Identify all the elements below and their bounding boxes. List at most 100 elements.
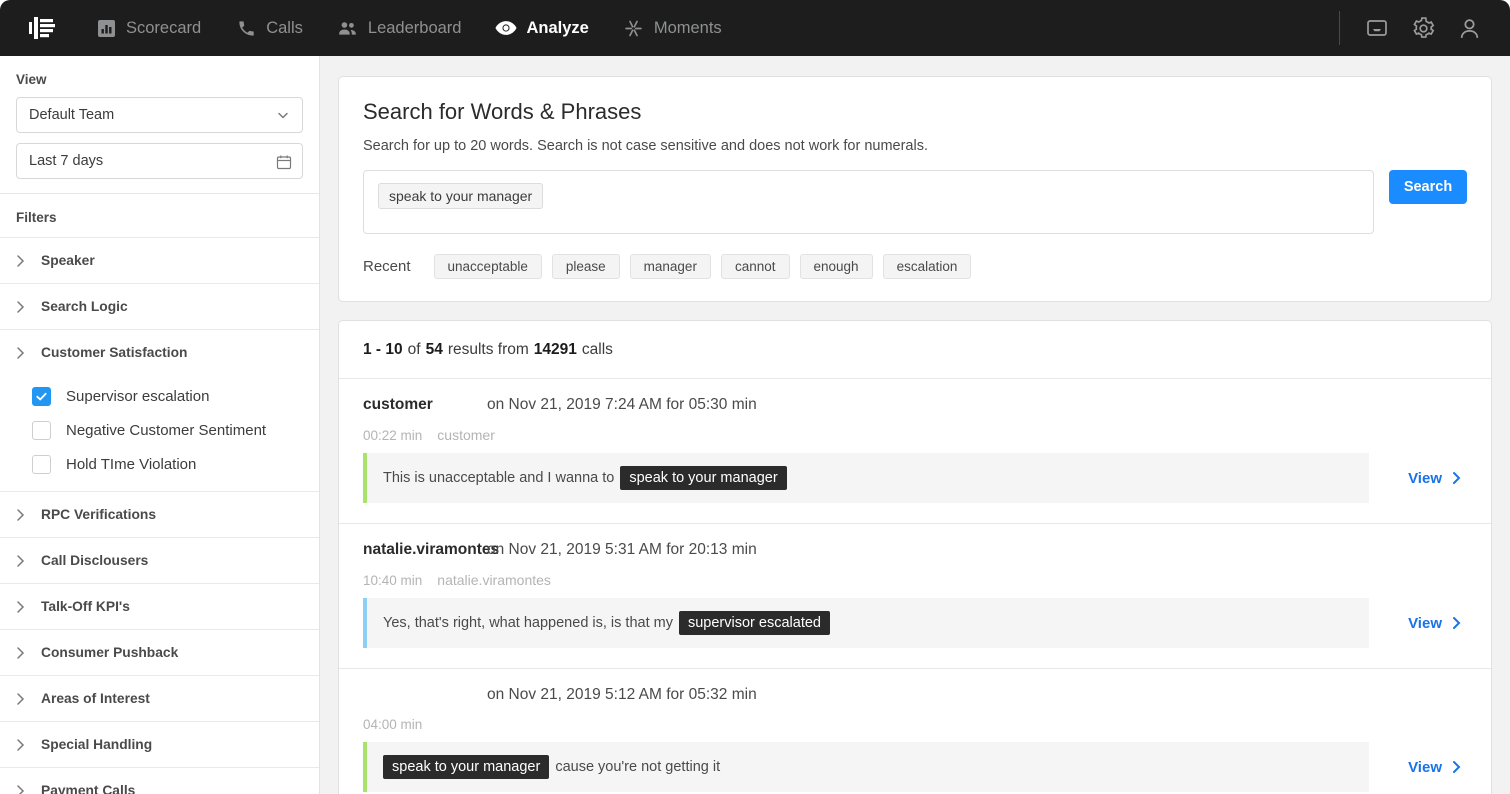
recent-chip-unacceptable[interactable]: unacceptable <box>433 254 542 279</box>
filter-group-label: Payment Calls <box>41 783 136 794</box>
nav-label: Calls <box>266 18 303 37</box>
filter-group-label: Areas of Interest <box>41 691 150 706</box>
result-header: natalie.viramontes on Nov 21, 2019 5:31 … <box>363 541 1467 559</box>
nav-label: Scorecard <box>126 18 202 37</box>
filter-group-speaker[interactable]: Speaker <box>0 237 319 283</box>
result-item: customer on Nov 21, 2019 7:24 AM for 05:… <box>339 379 1491 524</box>
quote-highlight: speak to your manager <box>383 755 550 779</box>
chevron-right-icon <box>16 508 25 522</box>
nav-item-analyze[interactable]: Analyze <box>478 0 605 56</box>
nav-item-moments[interactable]: Moments <box>606 0 739 56</box>
nav-item-leaderboard[interactable]: Leaderboard <box>320 0 479 56</box>
quote-pre-text: Yes, that's right, what happened is, is … <box>383 615 673 631</box>
recent-chip-manager[interactable]: manager <box>629 254 711 279</box>
phone-icon <box>235 17 257 39</box>
results-panel: 1 - 10 of 54 results from 14291 calls cu… <box>338 320 1492 794</box>
result-header: customer on Nov 21, 2019 7:24 AM for 05:… <box>363 396 1467 414</box>
checkbox-row-hold-time-violation[interactable]: Hold TIme Violation <box>0 447 319 481</box>
quote-post-text: cause you're not getting it <box>555 759 721 775</box>
view-label: View <box>1408 614 1442 632</box>
filter-group-call-disclousers[interactable]: Call Disclousers <box>0 537 319 583</box>
filters-header: Filters <box>0 194 319 237</box>
chevron-right-icon <box>1452 760 1461 774</box>
filter-group-label: Search Logic <box>41 299 128 314</box>
recent-chip-escalation[interactable]: escalation <box>882 254 972 279</box>
team-select[interactable]: Default Team <box>16 97 303 133</box>
filter-group-customer-satisfaction[interactable]: Customer Satisfaction <box>0 329 319 375</box>
inbox-icon[interactable] <box>1354 0 1400 56</box>
view-section-label: View <box>16 72 47 87</box>
filters-list: Speaker Search Logic Customer Satisfacti… <box>0 237 319 794</box>
checkbox-label: Hold TIme Violation <box>66 455 197 473</box>
checkbox-label: Negative Customer Sentiment <box>66 421 267 439</box>
filter-group-payment-calls[interactable]: Payment Calls <box>0 767 319 794</box>
result-speaker: customer <box>363 396 433 413</box>
result-timestamp: 00:22 min <box>363 428 423 443</box>
result-item: natalie.viramontes on Nov 21, 2019 5:31 … <box>339 524 1491 669</box>
search-row: speak to your manager Search <box>363 170 1467 234</box>
team-select-value: Default Team <box>29 107 115 123</box>
checkbox-row-supervisor-escalation[interactable]: Supervisor escalation <box>0 379 319 413</box>
customer-satisfaction-options: Supervisor escalation Negative Customer … <box>0 375 319 491</box>
checkbox-checked-icon[interactable] <box>32 386 51 406</box>
checkbox-unchecked-icon[interactable] <box>32 420 51 440</box>
recent-label: Recent <box>363 258 411 275</box>
filter-group-label: Speaker <box>41 253 95 268</box>
main-nav-items: Scorecard Calls Leaderboard Analyze Mome… <box>78 0 739 56</box>
nav-item-calls[interactable]: Calls <box>218 0 320 56</box>
result-datetime: on Nov 21, 2019 7:24 AM for 05:30 min <box>487 396 757 413</box>
chevron-right-icon <box>16 300 25 314</box>
chevron-right-icon <box>16 738 25 752</box>
nav-label: Moments <box>653 18 722 37</box>
user-avatar-icon[interactable] <box>1446 0 1492 56</box>
result-meta: 00:22 min customer <box>363 427 1467 443</box>
result-transcript-quote: Yes, that's right, what happened is, is … <box>363 598 1369 648</box>
view-label: View <box>1408 469 1442 487</box>
checkbox-label: Supervisor escalation <box>66 387 210 405</box>
checkbox-unchecked-icon[interactable] <box>32 454 51 474</box>
view-section: View Default Team Last 7 days <box>0 56 319 194</box>
result-meta-speaker: natalie.viramontes <box>437 572 551 588</box>
quote-highlight: supervisor escalated <box>678 611 830 635</box>
search-input[interactable]: speak to your manager <box>363 170 1374 234</box>
top-navigation-bar: Scorecard Calls Leaderboard Analyze Mome… <box>0 0 1510 56</box>
results-range: 1 - 10 <box>363 340 403 358</box>
search-subtitle: Search for up to 20 words. Search is not… <box>363 138 928 154</box>
filter-group-consumer-pushback[interactable]: Consumer Pushback <box>0 629 319 675</box>
filter-group-talk-off-kpis[interactable]: Talk-Off KPI's <box>0 583 319 629</box>
result-meta: 10:40 min natalie.viramontes <box>363 572 1467 588</box>
result-body: Yes, that's right, what happened is, is … <box>363 598 1467 648</box>
filter-group-rpc-verifications[interactable]: RPC Verifications <box>0 491 319 537</box>
filters-title: Filters <box>16 210 57 225</box>
page-title: Search for Words & Phrases <box>363 99 642 124</box>
result-transcript-quote: This is unacceptable and I wanna to spea… <box>363 453 1369 503</box>
result-timestamp: 04:00 min <box>363 717 423 732</box>
quote-pre-text: This is unacceptable and I wanna to <box>383 470 615 486</box>
recent-searches: Recent unacceptable please manager canno… <box>363 254 1467 279</box>
filter-group-special-handling[interactable]: Special Handling <box>0 721 319 767</box>
filter-group-label: Special Handling <box>41 737 153 752</box>
view-call-link[interactable]: View <box>1369 453 1467 503</box>
recent-chip-enough[interactable]: enough <box>799 254 873 279</box>
filter-group-areas-of-interest[interactable]: Areas of Interest <box>0 675 319 721</box>
date-range-select[interactable]: Last 7 days <box>16 143 303 179</box>
search-button[interactable]: Search <box>1389 170 1467 204</box>
nav-divider <box>1339 11 1340 45</box>
filter-group-label: Call Disclousers <box>41 553 149 568</box>
view-call-link[interactable]: View <box>1369 598 1467 648</box>
filter-group-search-logic[interactable]: Search Logic <box>0 283 319 329</box>
date-range-value: Last 7 days <box>29 153 104 169</box>
nav-item-scorecard[interactable]: Scorecard <box>78 0 218 56</box>
checkbox-row-negative-customer-sentiment[interactable]: Negative Customer Sentiment <box>0 413 319 447</box>
filter-group-label: Customer Satisfaction <box>41 345 188 360</box>
view-call-link[interactable]: View <box>1369 742 1467 792</box>
recent-chip-cannot[interactable]: cannot <box>720 254 790 279</box>
quote-highlight: speak to your manager <box>620 466 787 490</box>
soundwave-logo-icon[interactable] <box>14 0 70 56</box>
search-token[interactable]: speak to your manager <box>378 183 544 209</box>
gear-icon[interactable] <box>1400 0 1446 56</box>
eye-icon <box>495 17 518 39</box>
filter-group-label: Talk-Off KPI's <box>41 599 130 614</box>
recent-chip-please[interactable]: please <box>551 254 620 279</box>
chevron-right-icon <box>16 554 25 568</box>
